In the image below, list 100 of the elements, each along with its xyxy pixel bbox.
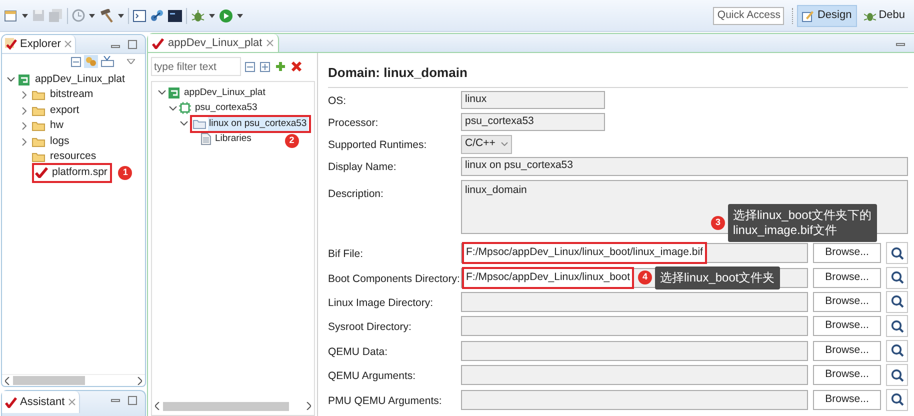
- path-field[interactable]: [461, 292, 808, 312]
- collapse-all-icon[interactable]: [71, 56, 81, 66]
- search-icon: [890, 344, 904, 358]
- field-label: Bif File:: [328, 248, 364, 260]
- collapse-all-icon[interactable]: [245, 62, 255, 72]
- tree-item[interactable]: Libraries: [214, 132, 252, 146]
- close-icon[interactable]: [68, 398, 76, 406]
- tree-item[interactable]: resources: [48, 149, 98, 166]
- path-field[interactable]: F:/Mpsoc/appDev_Linux/linux_boot/linux_image.bif: [461, 243, 808, 264]
- search-button[interactable]: [886, 290, 908, 313]
- history-icon[interactable]: [72, 9, 85, 22]
- caret-icon[interactable]: [209, 14, 215, 18]
- quick-access-field[interactable]: Quick Access: [713, 6, 784, 24]
- chip-icon: [179, 102, 191, 114]
- tab-title[interactable]: appDev_Linux_plat: [168, 34, 262, 52]
- scrollbar-thumb[interactable]: [13, 376, 85, 385]
- minimize-icon[interactable]: [896, 43, 905, 46]
- text-field[interactable]: psu_cortexa53: [461, 113, 605, 131]
- add-icon[interactable]: [275, 61, 286, 72]
- tree-item[interactable]: export: [48, 102, 82, 119]
- tree-item[interactable]: platform.spr: [50, 164, 110, 181]
- caret-icon[interactable]: [118, 14, 124, 18]
- search-button[interactable]: [886, 388, 908, 411]
- folder-icon: [32, 136, 45, 147]
- hammer-icon[interactable]: [99, 8, 114, 22]
- maximize-icon[interactable]: [128, 396, 137, 405]
- text-field[interactable]: linux: [461, 91, 605, 109]
- close-icon[interactable]: [266, 39, 274, 47]
- search-icon: [890, 246, 904, 260]
- path-value: F:/Mpsoc/appDev_Linux/linux_boot: [466, 270, 630, 285]
- search-icon: [890, 271, 904, 284]
- search-button[interactable]: [886, 242, 908, 264]
- tree-item[interactable]: appDev_Linux_plat: [33, 72, 127, 88]
- path-field[interactable]: [461, 390, 808, 410]
- tree-item[interactable]: appDev_Linux_plat: [183, 86, 266, 100]
- project-icon: [168, 86, 180, 99]
- expand-all-icon[interactable]: [260, 62, 270, 72]
- browse-button[interactable]: Browse...: [813, 365, 881, 386]
- project-icon: [18, 74, 30, 86]
- check-logo-icon: [152, 38, 164, 48]
- chevron-down-icon: [501, 142, 508, 146]
- delete-icon[interactable]: [291, 61, 302, 72]
- editor-tab[interactable]: appDev_Linux_plat: [148, 34, 280, 52]
- explorer-icon: [5, 38, 17, 50]
- document-icon: [201, 133, 211, 146]
- search-icon: [890, 295, 904, 308]
- text-field[interactable]: linux on psu_cortexa53: [461, 156, 908, 176]
- search-button[interactable]: [886, 340, 908, 362]
- browse-button[interactable]: Browse...: [813, 340, 881, 361]
- chevron-down-icon[interactable]: [180, 121, 188, 126]
- tab-title[interactable]: Assistant: [20, 394, 65, 410]
- browse-button[interactable]: Browse...: [813, 292, 881, 312]
- chevron-down-icon[interactable]: [6, 77, 14, 82]
- scroll-right-icon[interactable]: [137, 376, 142, 384]
- scroll-right-icon[interactable]: [306, 402, 311, 410]
- new-file-icon[interactable]: [4, 9, 18, 22]
- pencil-icon: [802, 10, 814, 22]
- close-icon[interactable]: [64, 40, 72, 48]
- browse-button[interactable]: Browse...: [813, 390, 881, 410]
- path-field[interactable]: [461, 365, 808, 386]
- search-button[interactable]: [886, 315, 908, 338]
- console-icon[interactable]: [168, 10, 182, 22]
- caret-icon[interactable]: [22, 14, 28, 18]
- field-label: Supported Runtimes:: [328, 139, 427, 151]
- explorer-tab[interactable]: Explorer: [2, 35, 76, 53]
- caret-icon[interactable]: [237, 14, 243, 18]
- maximize-icon[interactable]: [128, 40, 137, 49]
- minimize-icon[interactable]: [111, 399, 120, 402]
- browse-button[interactable]: Browse...: [813, 268, 881, 288]
- view-menu-icon[interactable]: [127, 59, 135, 64]
- search-button[interactable]: [886, 364, 908, 386]
- field-label: QEMU Data:: [328, 346, 388, 358]
- perspective-button[interactable]: Design: [797, 4, 857, 26]
- browse-button[interactable]: Browse...: [813, 243, 881, 264]
- search-button[interactable]: [886, 266, 908, 289]
- terminal-icon[interactable]: [133, 10, 146, 22]
- caret-icon[interactable]: [89, 14, 95, 18]
- path-field[interactable]: [461, 340, 808, 361]
- browse-button[interactable]: Browse...: [813, 316, 881, 336]
- filter-field[interactable]: type filter text: [151, 57, 241, 76]
- filter-icon[interactable]: [101, 56, 114, 67]
- tree-item[interactable]: psu_cortexa53: [194, 101, 258, 116]
- minimize-icon[interactable]: [111, 45, 120, 48]
- connection-icon[interactable]: [150, 9, 164, 22]
- tree-item[interactable]: bitstream: [48, 87, 96, 104]
- tree-item[interactable]: logs: [48, 134, 72, 150]
- field-label: QEMU Arguments:: [328, 370, 416, 382]
- path-field[interactable]: [461, 316, 808, 336]
- tree-item[interactable]: linux on psu_cortexa53: [208, 116, 308, 131]
- scroll-left-icon[interactable]: [155, 402, 160, 410]
- scroll-left-icon[interactable]: [5, 376, 10, 384]
- folder-icon: [32, 106, 45, 116]
- scrollbar-thumb[interactable]: [163, 402, 289, 410]
- chevron-down-icon[interactable]: [168, 106, 176, 111]
- tree-item[interactable]: hw: [48, 118, 66, 134]
- runtime-dropdown[interactable]: C/C++: [461, 134, 512, 154]
- field-label: Processor:: [328, 117, 378, 129]
- perspective-button[interactable]: Debu: [858, 4, 910, 26]
- assistant-tab[interactable]: Assistant: [2, 391, 80, 413]
- chevron-down-icon[interactable]: [158, 90, 166, 96]
